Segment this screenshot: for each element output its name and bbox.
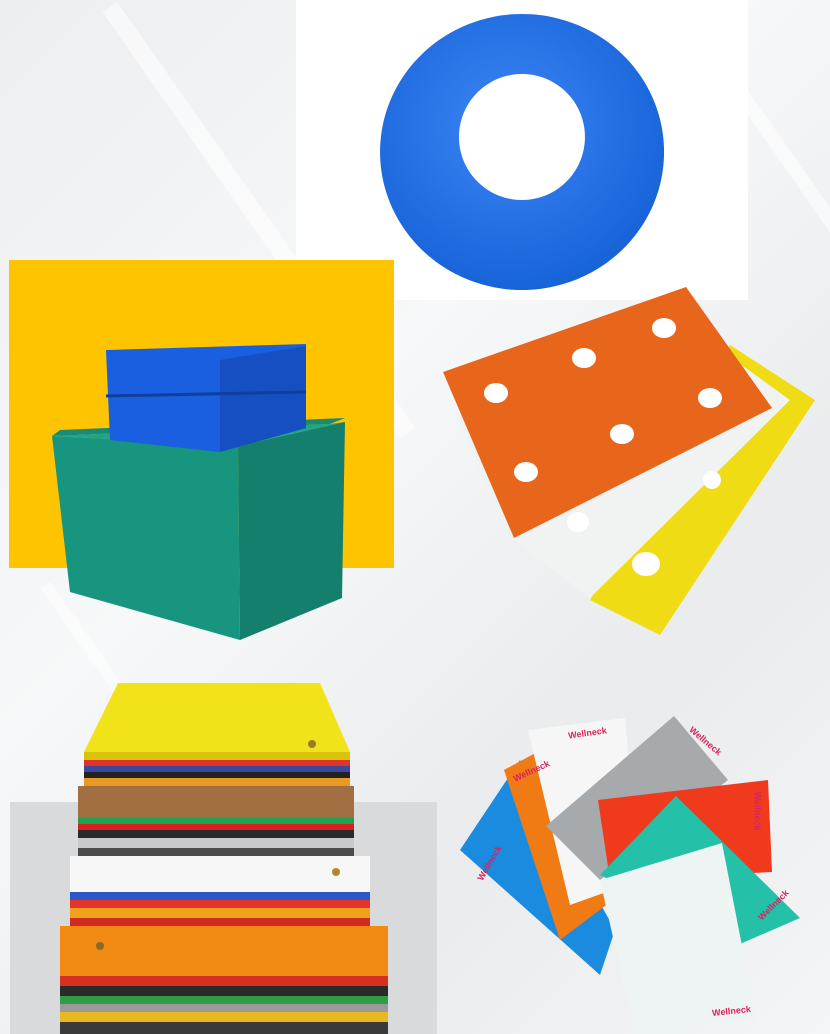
- brand-label: Wellneck: [475, 843, 504, 883]
- ring-washer: [380, 14, 665, 290]
- brand-label: Wellneck: [567, 725, 608, 741]
- background-streak: [40, 581, 212, 819]
- brand-label: Wellneck: [511, 758, 552, 784]
- brand-label: Wellneck: [756, 887, 791, 923]
- brand-label: Wellneck: [711, 1003, 752, 1019]
- stack-image: [10, 802, 437, 1034]
- fanned-sheets: [460, 716, 800, 1034]
- brand-label: Wellneck: [687, 724, 724, 758]
- boxes-image: [9, 260, 394, 568]
- ring-image: [296, 0, 748, 300]
- brand-label: Wellneck: [752, 791, 763, 831]
- perforated-sheets: [443, 287, 815, 635]
